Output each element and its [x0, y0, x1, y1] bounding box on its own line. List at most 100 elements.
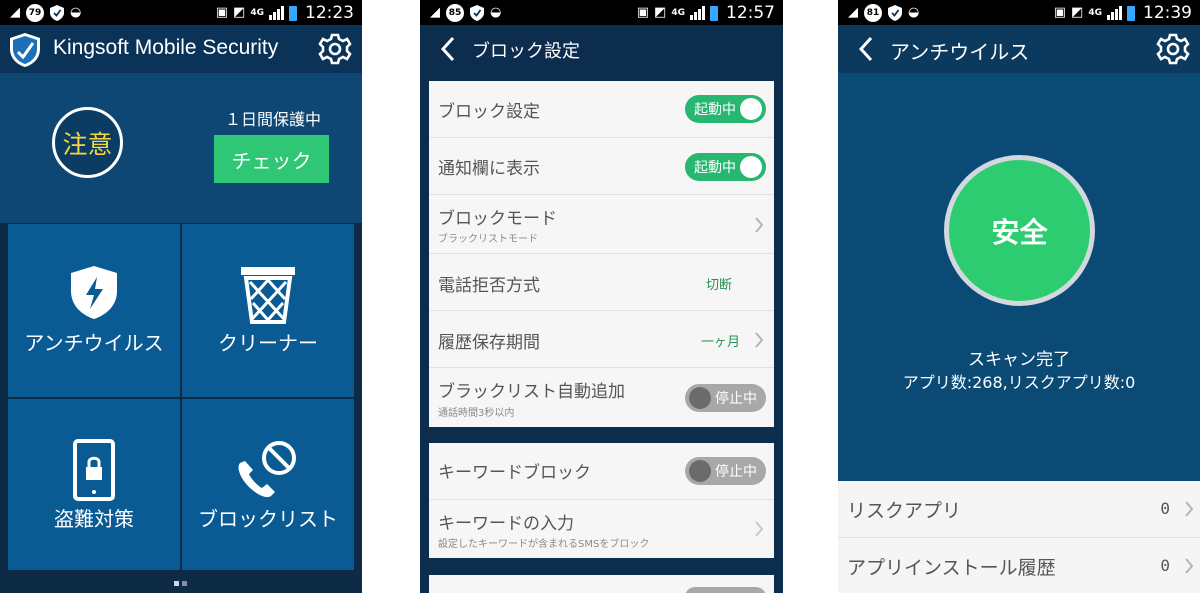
list-item-count: 0: [1160, 499, 1170, 518]
status-bar: ◢ 85 ◒ ▣ ◩ 4G 12:57: [420, 0, 783, 25]
tile-label: ブロックリスト: [198, 507, 338, 531]
vibrate-icon: ▣: [1053, 5, 1067, 20]
setting-row-block[interactable]: ブロック設定 起動中: [429, 81, 774, 138]
status-bar: ◢ 79 ◒ ▣ ◩ 4G 12:23: [0, 0, 362, 25]
battery-percent-badge: 79: [26, 4, 44, 22]
network-type: 4G: [671, 8, 685, 18]
page-indicator: [174, 581, 187, 586]
setting-title: ブラックリスト自動追加: [438, 382, 625, 402]
antivirus-screen: ◢ 81 ◒ ▣ ◩ 4G 12:39 アンチウイルス 安全 スキャン完了 アプ…: [838, 0, 1200, 593]
chevron-right-icon: [755, 521, 764, 537]
antivirus-list: リスクアプリ 0 アプリインストール履歴 0: [838, 481, 1200, 593]
trash-icon: [241, 267, 295, 324]
android-icon: ◒: [490, 5, 502, 20]
android-icon: ◒: [70, 5, 82, 20]
kingsoft-logo-icon: [10, 33, 40, 67]
battery-icon: [710, 5, 718, 21]
back-arrow-icon[interactable]: [856, 35, 876, 63]
setting-title: キーワードブロック: [438, 463, 591, 483]
battery-icon: [1127, 5, 1135, 21]
network-type: 4G: [250, 8, 264, 18]
battery-percent-badge: 85: [446, 4, 464, 22]
protection-days: １日間保護中: [225, 110, 322, 129]
tile-anti-theft[interactable]: 盗難対策: [8, 399, 180, 570]
security-shield-icon: [470, 5, 484, 21]
tile-label: アンチウイルス: [24, 331, 164, 355]
list-item-title: リスクアプリ: [847, 500, 962, 522]
wifi-off-icon: ◢: [848, 5, 858, 20]
setting-row-auto-blacklist[interactable]: ブラックリスト自動追加 通話時間3秒以内 停止中: [429, 368, 774, 427]
settings-gear-icon[interactable]: [1156, 32, 1190, 66]
block-toggle[interactable]: 起動中: [685, 95, 766, 123]
setting-row-block-mode[interactable]: ブロックモード ブラックリストモード: [429, 195, 774, 254]
screen-header: アンチウイルス: [838, 25, 1200, 73]
check-button[interactable]: チェック: [214, 135, 329, 183]
security-status-label: 注意: [62, 129, 113, 159]
chevron-right-icon: [1185, 501, 1194, 517]
vibrate-icon: ▣: [636, 5, 650, 20]
setting-row-keyword-block[interactable]: キーワードブロック 停止中: [429, 443, 774, 500]
back-arrow-icon[interactable]: [438, 35, 458, 63]
setting-title: ブロックモード: [438, 209, 557, 229]
keyword-block-toggle[interactable]: 停止中: [685, 457, 766, 485]
security-status-ring: 注意: [52, 107, 123, 178]
settings-card-more: [429, 575, 774, 593]
signal-icon: [1107, 6, 1122, 20]
signal-icon: [269, 6, 284, 20]
setting-subtitle: 設定したキーワードが含まれるSMSをブロック: [438, 539, 650, 550]
sim-icon: ◩: [1071, 5, 1084, 20]
tile-blocklist[interactable]: ブロックリスト: [182, 399, 354, 570]
scan-result-panel: 安全 スキャン完了 アプリ数:268,リスクアプリ数:0: [838, 73, 1200, 481]
battery-icon: [289, 5, 297, 21]
list-item-risk-apps[interactable]: リスクアプリ 0: [838, 481, 1200, 538]
setting-value: 切断: [705, 278, 732, 293]
safety-status-label: 安全: [949, 160, 1090, 301]
sim-icon: ◩: [233, 5, 246, 20]
settings-card-block: ブロック設定 起動中 通知欄に表示 起動中 ブロックモード ブラックリストモード…: [429, 81, 774, 427]
list-item-install-history[interactable]: アプリインストール履歴 0: [838, 538, 1200, 593]
home-screen: ◢ 79 ◒ ▣ ◩ 4G 12:23 Kingsoft Mobile Secu…: [0, 0, 362, 593]
setting-title: キーワードの入力: [438, 514, 574, 534]
list-item-title: アプリインストール履歴: [847, 557, 1056, 579]
safety-status-ring: 安全: [944, 155, 1095, 306]
screen-title: アンチウイルス: [890, 40, 1030, 64]
battery-percent-badge: 81: [864, 4, 882, 22]
setting-value: 一ヶ月: [700, 335, 740, 350]
setting-title: 電話拒否方式: [438, 276, 540, 296]
partial-toggle[interactable]: [685, 587, 766, 593]
setting-row-reject-method[interactable]: 電話拒否方式 切断: [429, 254, 774, 311]
tile-label: クリーナー: [218, 331, 318, 355]
status-bar: ◢ 81 ◒ ▣ ◩ 4G 12:39: [838, 0, 1200, 25]
status-panel: 注意 １日間保護中 チェック: [0, 73, 362, 223]
setting-row-keyword-input[interactable]: キーワードの入力 設定したキーワードが含まれるSMSをブロック: [429, 500, 774, 558]
clock: 12:57: [726, 3, 775, 23]
chevron-right-icon: [755, 332, 764, 348]
setting-row-notification[interactable]: 通知欄に表示 起動中: [429, 138, 774, 195]
setting-title: 通知欄に表示: [438, 159, 540, 179]
notification-toggle[interactable]: 起動中: [685, 153, 766, 181]
block-settings-screen: ◢ 85 ◒ ▣ ◩ 4G 12:57 ブロック設定 ブロック設定 起動中 通知…: [420, 0, 783, 593]
app-header: Kingsoft Mobile Security: [0, 25, 362, 73]
auto-blacklist-toggle[interactable]: 停止中: [685, 384, 766, 412]
vibrate-icon: ▣: [215, 5, 229, 20]
setting-row-history-period[interactable]: 履歴保存期間 一ヶ月: [429, 311, 774, 368]
network-type: 4G: [1088, 8, 1102, 18]
wifi-off-icon: ◢: [430, 5, 440, 20]
tile-antivirus[interactable]: アンチウイルス: [8, 224, 180, 397]
sim-icon: ◩: [654, 5, 667, 20]
setting-subtitle: 通話時間3秒以内: [438, 408, 515, 419]
settings-gear-icon[interactable]: [318, 32, 352, 66]
chevron-right-icon: [755, 217, 764, 233]
phone-block-icon: [238, 441, 296, 498]
security-shield-icon: [50, 5, 64, 21]
chevron-right-icon: [1185, 558, 1194, 574]
list-item-count: 0: [1160, 556, 1170, 575]
screen-header: ブロック設定: [420, 25, 783, 73]
android-icon: ◒: [908, 5, 920, 20]
screen-title: ブロック設定: [472, 41, 580, 62]
clock: 12:39: [1143, 3, 1192, 23]
scan-complete-text: スキャン完了: [968, 350, 1070, 370]
setting-title: 履歴保存期間: [438, 333, 540, 353]
tile-cleaner[interactable]: クリーナー: [182, 224, 354, 397]
clock: 12:23: [305, 3, 354, 23]
